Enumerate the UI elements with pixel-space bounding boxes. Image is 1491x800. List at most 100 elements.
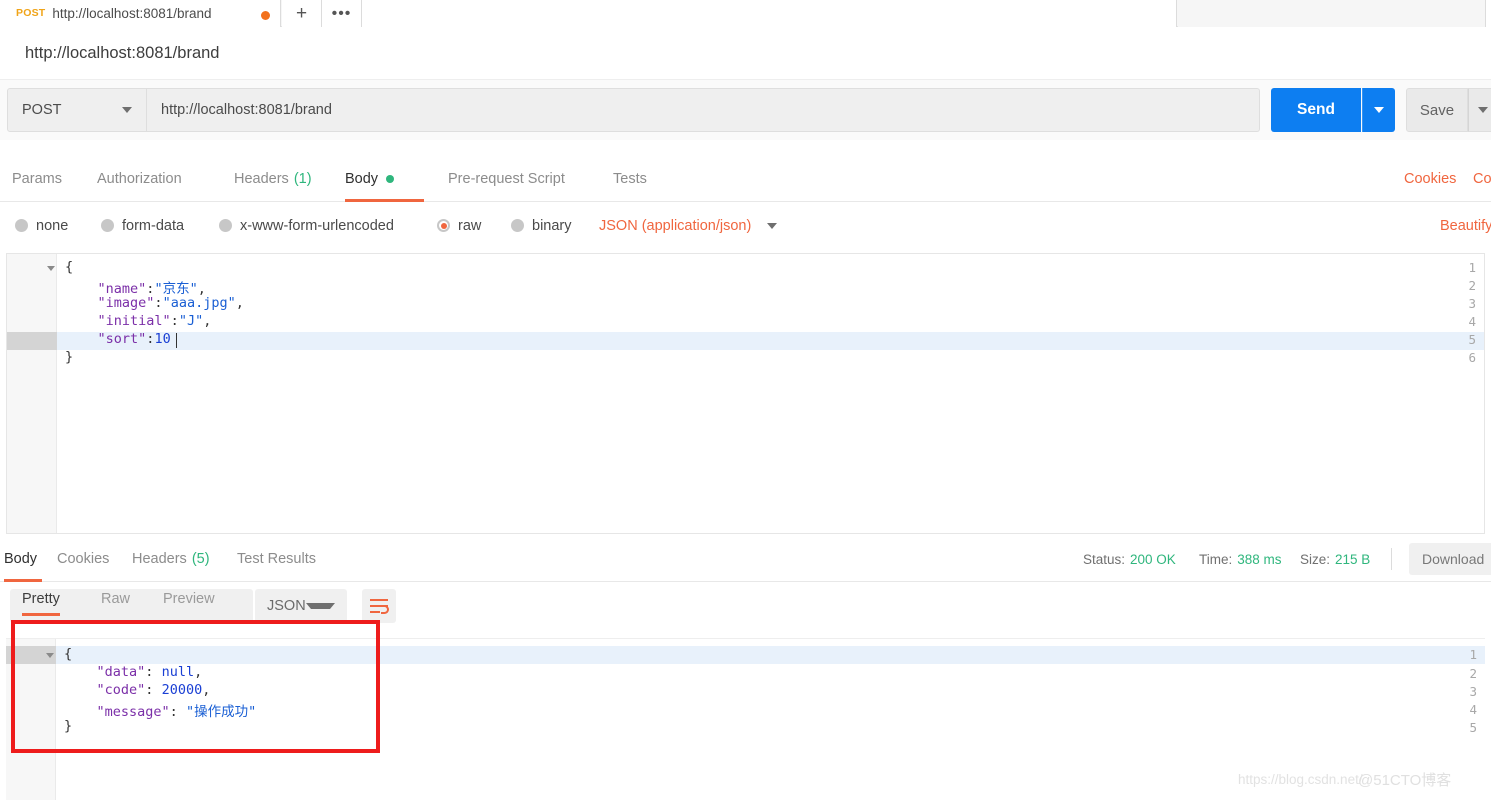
radio-icon (219, 219, 232, 232)
tab-pre-request-script[interactable]: Pre-request Script (448, 156, 585, 202)
radio-icon (511, 219, 524, 232)
code-line: "code": 20000, (96, 682, 211, 698)
response-tab-test-results-label: Test Results (237, 551, 316, 567)
tab-body-label: Body (345, 171, 379, 187)
chevron-down-icon (305, 603, 335, 609)
tab-more-options-button[interactable]: ••• (322, 0, 362, 27)
body-type-none-label: none (36, 217, 69, 234)
body-type-binary-label: binary (532, 217, 572, 234)
code-line: "image":"aaa.jpg", (97, 295, 244, 311)
code-line: } (64, 718, 73, 734)
raw-format-label: JSON (application/json) (599, 217, 752, 234)
environment-area: No Environment (1178, 0, 1491, 27)
download-button[interactable]: Download (1409, 543, 1491, 575)
response-tab-cookies[interactable]: Cookies (57, 536, 115, 582)
request-title: http://localhost:8081/brand (25, 43, 220, 62)
tab-params[interactable]: Params (12, 156, 64, 202)
size-label: Size: (1300, 551, 1331, 567)
radio-icon (15, 219, 28, 232)
beautify-link[interactable]: Beautify (1440, 202, 1491, 249)
request-tab-active[interactable]: POST http://localhost:8081/brand (0, 0, 281, 27)
cookies-link[interactable]: Cookies (1404, 156, 1456, 202)
watermark-csdn: https://blog.csdn.net/ (1238, 772, 1363, 787)
request-editor-code-area (57, 254, 1484, 533)
url-bar: POST http://localhost:8081/brand Send Sa… (0, 80, 1491, 140)
tab-body[interactable]: Body (345, 156, 424, 202)
response-tab-headers-label: Headers (132, 551, 187, 567)
code-line: "sort":10 (97, 331, 171, 347)
send-options-button[interactable] (1362, 88, 1395, 132)
send-button[interactable]: Send (1271, 88, 1361, 132)
response-tab-body[interactable]: Body (4, 536, 42, 582)
line-number-selected: 5 (1468, 332, 1476, 347)
status-indicator: Status: 200 OK (1083, 536, 1176, 582)
tab-authorization[interactable]: Authorization (97, 156, 201, 202)
chevron-down-icon (767, 222, 778, 229)
body-type-raw-label: raw (458, 217, 482, 234)
tab-strip-empty-space (362, 0, 1177, 27)
radio-selected-icon (437, 219, 450, 232)
time-value: 388 ms (1237, 551, 1282, 567)
size-value: 215 B (1335, 551, 1371, 567)
tab-headers-label: Headers (234, 171, 289, 187)
response-tab-headers[interactable]: Headers (5) (132, 536, 218, 582)
url-input[interactable]: http://localhost:8081/brand (147, 88, 1260, 132)
response-tab-headers-count: (5) (191, 551, 210, 567)
tab-headers-count: (1) (293, 171, 312, 187)
code-line: { (65, 259, 74, 275)
save-options-button[interactable] (1468, 88, 1491, 132)
body-type-urlencoded[interactable]: x-www-form-urlencoded (219, 202, 394, 249)
body-type-none[interactable]: none (15, 202, 68, 249)
code-line: "data": null, (96, 664, 203, 680)
time-indicator: Time: 388 ms (1199, 536, 1282, 582)
view-mode-preview[interactable]: Preview (163, 582, 215, 616)
selected-gutter-highlight (7, 332, 57, 350)
tab-strip: POST http://localhost:8081/brand + ••• N… (0, 0, 1491, 27)
size-indicator: Size: 215 B (1300, 536, 1370, 582)
code-link[interactable]: Co (1473, 156, 1491, 202)
code-line: "name":"京东", (97, 281, 206, 297)
line-number-selected: 1 (1469, 647, 1477, 662)
tab-url-label: http://localhost:8081/brand (52, 6, 212, 21)
watermark-51cto: @51CTO博客 (1358, 772, 1452, 789)
request-body-editor[interactable]: 1 2 3 4 5 6 { "name":"京东", "image":"aaa.… (6, 253, 1485, 534)
tab-tests-label: Tests (613, 171, 647, 187)
text-cursor (176, 333, 177, 348)
code-line: { (64, 646, 73, 662)
line-number: 2 (1468, 278, 1476, 293)
tab-method-label: POST (16, 6, 46, 19)
body-type-raw[interactable]: raw (437, 202, 481, 249)
tab-authorization-label: Authorization (97, 171, 182, 187)
status-value: 200 OK (1130, 551, 1176, 567)
chevron-down-icon (1374, 107, 1384, 113)
request-section-tabs: Params Authorization Headers (1) Body Pr… (0, 156, 1491, 202)
body-type-binary[interactable]: binary (511, 202, 572, 249)
tab-tests[interactable]: Tests (613, 156, 653, 202)
http-method-select[interactable]: POST (7, 88, 147, 132)
response-format-select[interactable]: JSON (255, 589, 347, 623)
response-tab-body-label: Body (4, 551, 38, 567)
response-toolbar: Pretty Raw Preview JSON (0, 582, 1491, 630)
response-tab-cookies-label: Cookies (57, 551, 110, 567)
selected-line-highlight (56, 646, 1485, 664)
raw-format-select[interactable]: JSON (application/json) (599, 202, 778, 249)
tab-headers[interactable]: Headers (1) (234, 156, 319, 202)
chevron-down-icon (122, 107, 132, 113)
divider (1391, 548, 1392, 570)
response-tab-test-results[interactable]: Test Results (237, 536, 330, 582)
status-label: Status: (1083, 551, 1126, 567)
fold-arrow-icon[interactable] (46, 653, 54, 658)
body-has-content-dot-icon (386, 175, 395, 183)
body-type-form-data-label: form-data (122, 217, 185, 234)
wrap-lines-icon[interactable] (362, 589, 396, 623)
time-label: Time: (1199, 551, 1233, 567)
view-mode-raw[interactable]: Raw (101, 582, 130, 616)
tab-pre-request-script-label: Pre-request Script (448, 171, 565, 187)
new-tab-button[interactable]: + (282, 0, 322, 27)
view-mode-pretty[interactable]: Pretty (22, 582, 60, 616)
body-type-form-data[interactable]: form-data (101, 202, 184, 249)
line-number: 4 (1468, 314, 1476, 329)
code-line: "message": "操作成功" (96, 704, 257, 720)
fold-arrow-icon[interactable] (47, 266, 55, 271)
save-button[interactable]: Save (1406, 88, 1468, 132)
